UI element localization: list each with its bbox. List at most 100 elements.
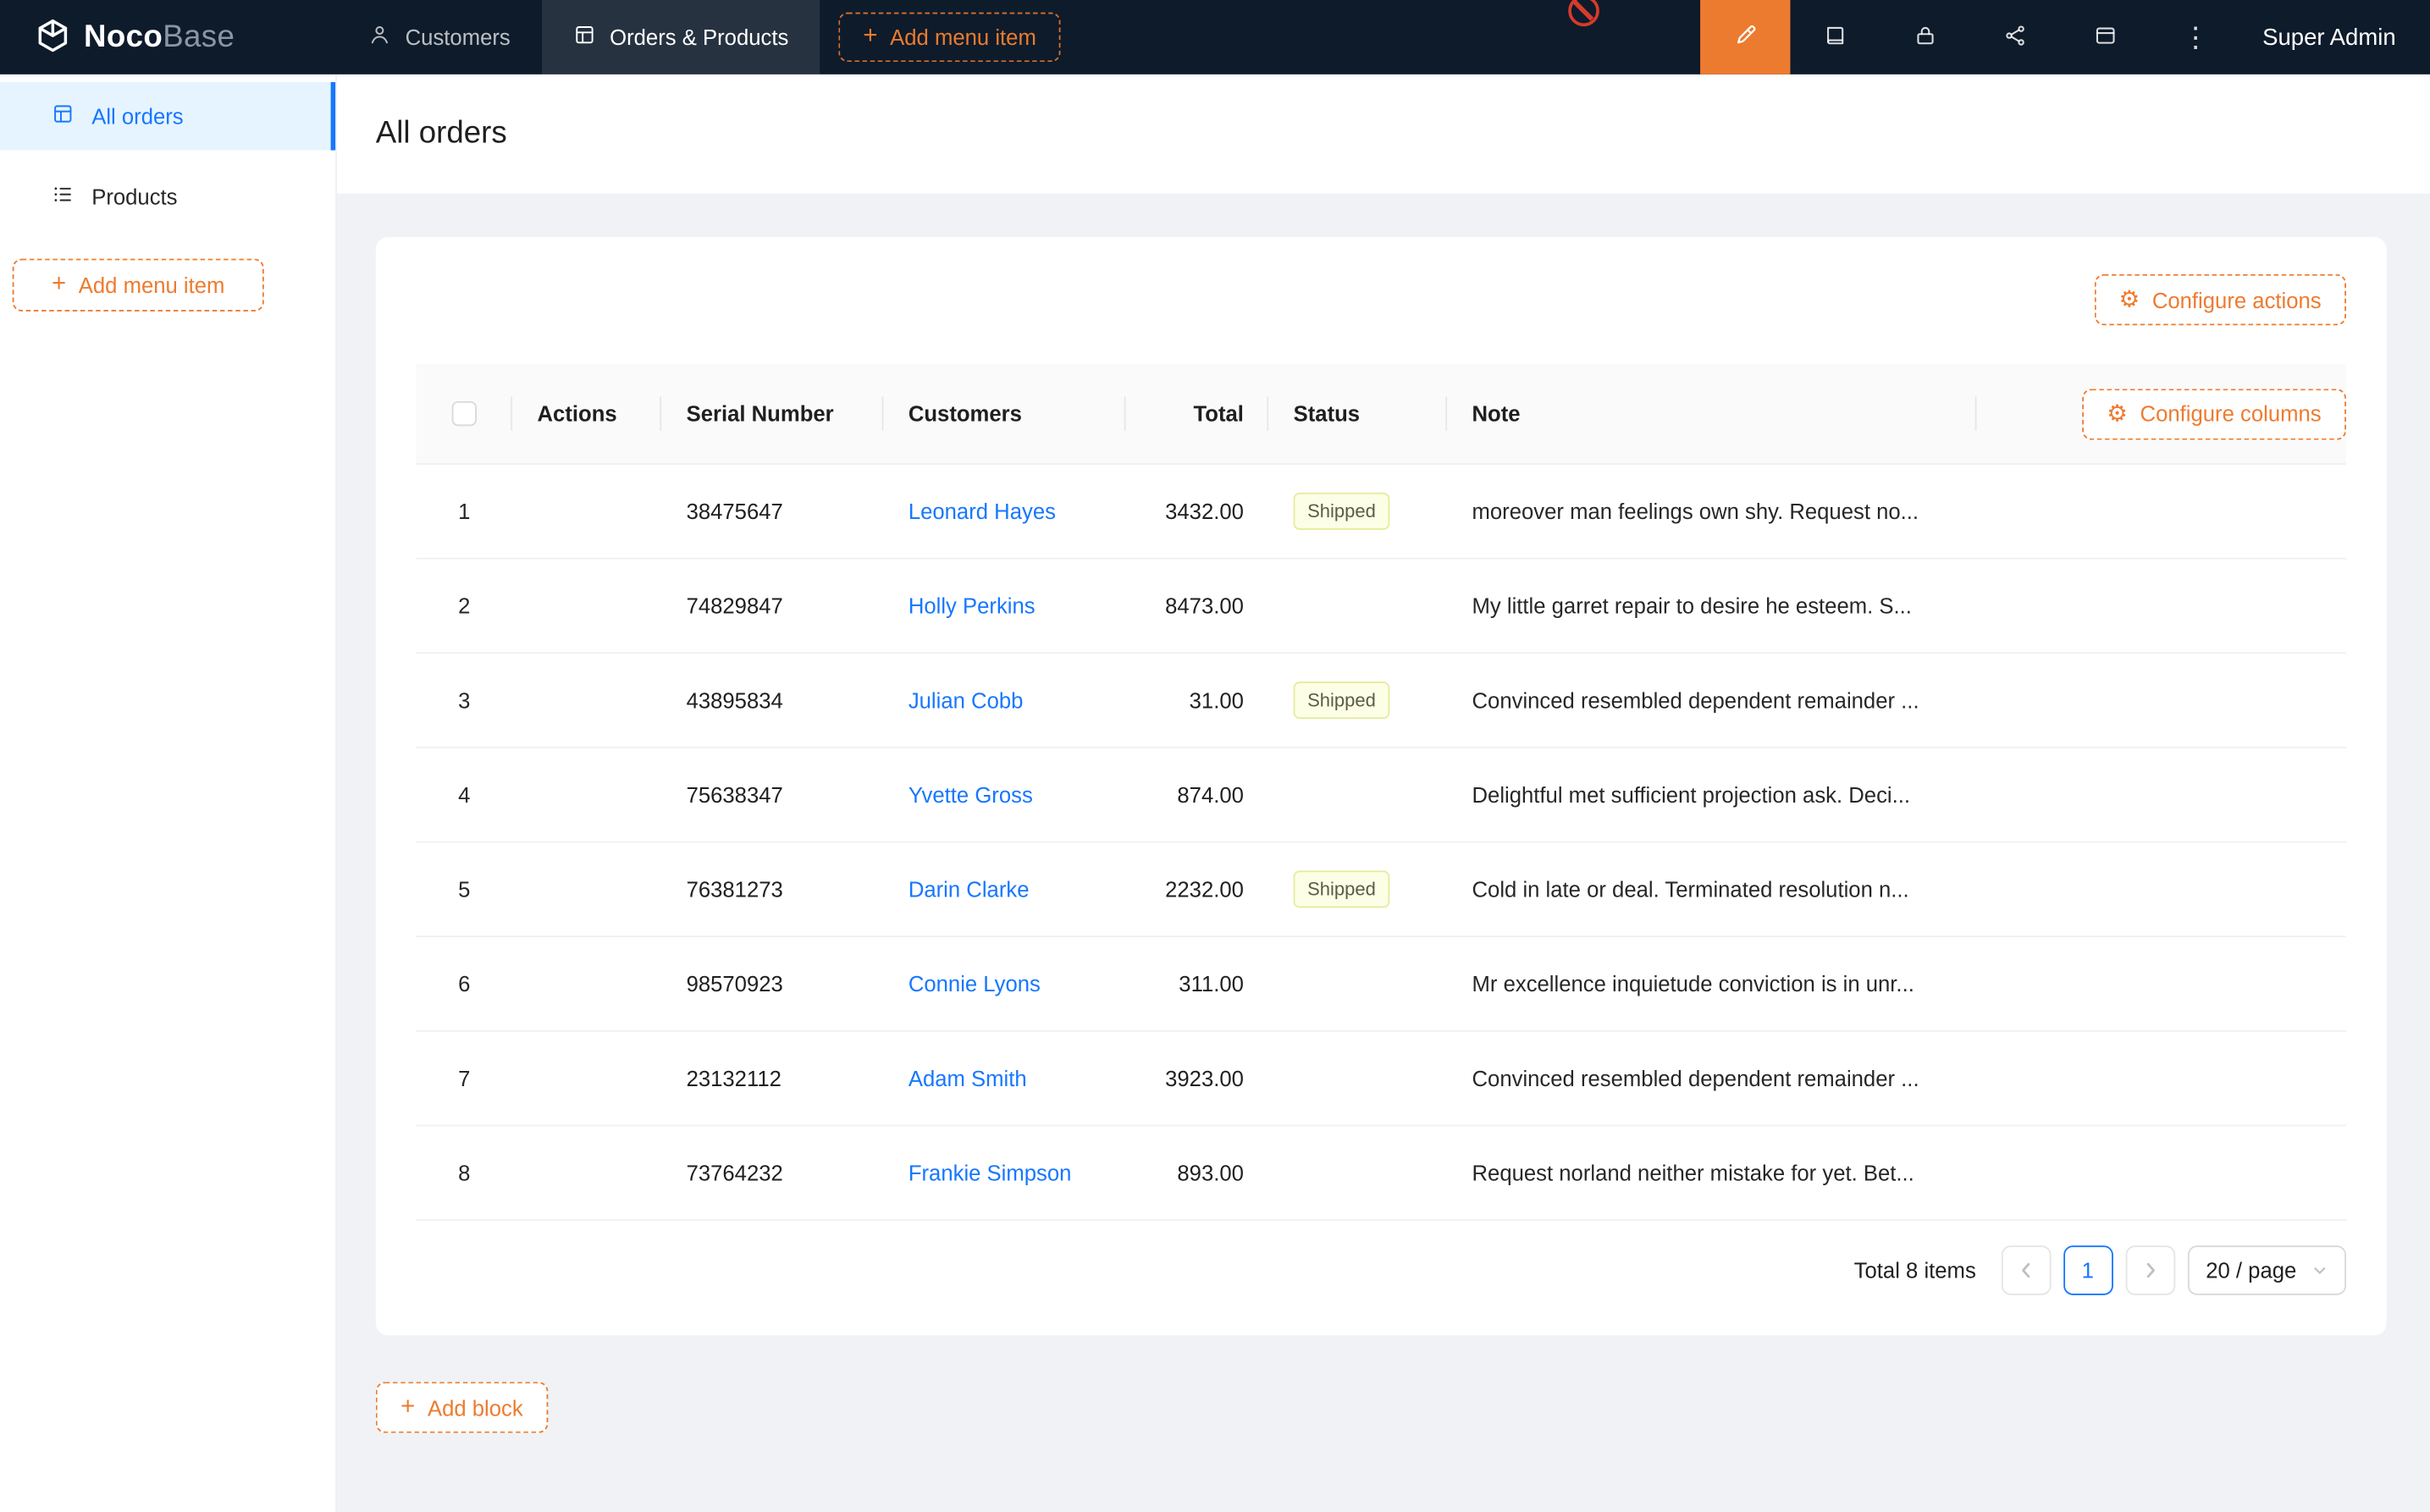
gear-icon: ⚙: [2118, 288, 2140, 311]
previous-page-button[interactable]: [2001, 1245, 2051, 1295]
table-file-icon: [52, 102, 75, 130]
row-config-cell: [1977, 465, 2346, 558]
note-cell: Delightful met sufficient projection ask…: [1447, 748, 1976, 842]
main-area: All orders ⚙ Configure actions Actions: [337, 74, 2430, 1512]
page-number-button[interactable]: 1: [2063, 1245, 2112, 1295]
chevron-down-icon: [2312, 1262, 2328, 1277]
gear-icon: ⚙: [2107, 402, 2128, 425]
row-config-cell: [1977, 748, 2346, 842]
table-header-row: Actions Serial Number Customers Total St…: [416, 364, 2346, 465]
customer-link[interactable]: Darin Clarke: [908, 877, 1030, 902]
sidebar-item-label: All orders: [91, 104, 183, 129]
page-title: All orders: [376, 116, 507, 152]
customer-link[interactable]: Leonard Hayes: [908, 499, 1056, 523]
plus-icon: +: [52, 273, 66, 297]
customer-link[interactable]: Frankie Simpson: [908, 1161, 1072, 1185]
nav-item-label: Orders & Products: [610, 25, 788, 49]
note-cell: Convinced resembled dependent remainder …: [1447, 1032, 1976, 1125]
row-actions-cell: [512, 937, 661, 1030]
column-header-configure: ⚙ Configure columns: [1977, 364, 2346, 463]
next-page-button[interactable]: [2125, 1245, 2175, 1295]
note-cell: Convinced resembled dependent remainder …: [1447, 654, 1976, 747]
brand[interactable]: NocoBase: [0, 16, 337, 58]
top-nav: Customers Orders & Products + Add menu i…: [337, 0, 1061, 74]
select-all-checkbox[interactable]: [452, 401, 477, 426]
serial-cell: 76381273: [661, 842, 883, 935]
add-menu-item-label: Add menu item: [890, 25, 1036, 49]
orders-table-block: ⚙ Configure actions Actions Serial Numbe…: [376, 237, 2387, 1335]
row-index: 2: [416, 560, 512, 653]
nav-item-label: Customers: [406, 25, 511, 49]
customer-link[interactable]: Holly Perkins: [908, 593, 1036, 618]
row-config-cell: [1977, 1032, 2346, 1125]
share-nodes-icon: [2003, 23, 2028, 52]
row-index: 1: [416, 465, 512, 558]
plus-icon: +: [863, 25, 877, 49]
customer-link[interactable]: Julian Cobb: [908, 687, 1024, 712]
row-index: 3: [416, 654, 512, 747]
note-cell: Mr excellence inquietude conviction is i…: [1447, 937, 1976, 1030]
column-header-actions: Actions: [512, 364, 661, 463]
table-row: 2 74829847 Holly Perkins 8473.00 My litt…: [416, 560, 2346, 654]
api-doc-button[interactable]: [1791, 0, 1880, 74]
user-menu[interactable]: Super Admin: [2240, 24, 2430, 50]
add-block-button[interactable]: + Add block: [376, 1382, 548, 1432]
list-icon: [52, 183, 75, 211]
configure-actions-button[interactable]: ⚙ Configure actions: [2094, 274, 2346, 325]
customer-link[interactable]: Adam Smith: [908, 1066, 1027, 1090]
configure-columns-button[interactable]: ⚙ Configure columns: [2082, 388, 2346, 439]
note-cell: Request norland neither mistake for yet.…: [1447, 1126, 1976, 1219]
column-header-serial-number: Serial Number: [661, 364, 883, 463]
table-row: 4 75638347 Yvette Gross 874.00 Delightfu…: [416, 748, 2346, 843]
configure-actions-label: Configure actions: [2152, 287, 2322, 312]
plugins-button[interactable]: [1970, 0, 2060, 74]
app-root: NocoBase Customers O: [0, 0, 2430, 1512]
pagination: Total 8 items 1 20 / page: [416, 1245, 2346, 1295]
customer-link[interactable]: Yvette Gross: [908, 782, 1033, 807]
serial-cell: 23132112: [661, 1032, 883, 1125]
settings-center-button[interactable]: [2061, 0, 2151, 74]
note-cell: moreover man feelings own shy. Request n…: [1447, 465, 1976, 558]
ui-editor-button[interactable]: [1700, 0, 1790, 74]
row-index: 4: [416, 748, 512, 842]
plus-icon: +: [400, 1395, 415, 1420]
add-menu-item-button-sidebar[interactable]: + Add menu item: [13, 259, 264, 312]
total-cell: 311.00: [1126, 937, 1269, 1030]
column-header-note: Note: [1447, 364, 1976, 463]
total-cell: 874.00: [1126, 748, 1269, 842]
note-cell: Cold in late or deal. Terminated resolut…: [1447, 842, 1976, 935]
card-actions-row: ⚙ Configure actions: [416, 274, 2346, 325]
content-area: ⚙ Configure actions Actions Serial Numbe…: [337, 194, 2430, 1512]
add-block-label: Add block: [428, 1395, 523, 1420]
nav-item-customers[interactable]: Customers: [337, 0, 541, 74]
total-cell: 31.00: [1126, 654, 1269, 747]
pen-icon: [1732, 22, 1759, 53]
total-cell: 893.00: [1126, 1126, 1269, 1219]
customer-link[interactable]: Connie Lyons: [908, 971, 1041, 996]
status-tag: Shipped: [1294, 682, 1390, 719]
brand-name: NocoBase: [84, 19, 235, 55]
row-actions-cell: [512, 465, 661, 558]
auth-button[interactable]: [1880, 0, 1970, 74]
total-cell: 3432.00: [1126, 465, 1269, 558]
page-size-select[interactable]: 20 / page: [2187, 1245, 2346, 1295]
add-menu-item-button-header[interactable]: + Add menu item: [838, 13, 1061, 63]
nav-item-orders-products[interactable]: Orders & Products: [541, 0, 820, 74]
sidebar-item-products[interactable]: Products: [0, 163, 335, 231]
more-actions-button[interactable]: ⋮: [2151, 0, 2240, 74]
serial-cell: 43895834: [661, 654, 883, 747]
page-header: All orders: [337, 74, 2430, 194]
table-icon: [572, 23, 596, 51]
row-actions-cell: [512, 1032, 661, 1125]
person-icon: [368, 23, 392, 51]
select-all-cell: [416, 364, 512, 463]
sidebar-item-all-orders[interactable]: All orders: [0, 82, 335, 151]
row-actions-cell: [512, 560, 661, 653]
row-index: 7: [416, 1032, 512, 1125]
table-row: 1 38475647 Leonard Hayes 3432.00 Shipped…: [416, 465, 2346, 560]
serial-cell: 74829847: [661, 560, 883, 653]
row-config-cell: [1977, 1126, 2346, 1219]
pagination-total: Total 8 items: [1854, 1258, 1976, 1283]
serial-cell: 38475647: [661, 465, 883, 558]
row-config-cell: [1977, 654, 2346, 747]
